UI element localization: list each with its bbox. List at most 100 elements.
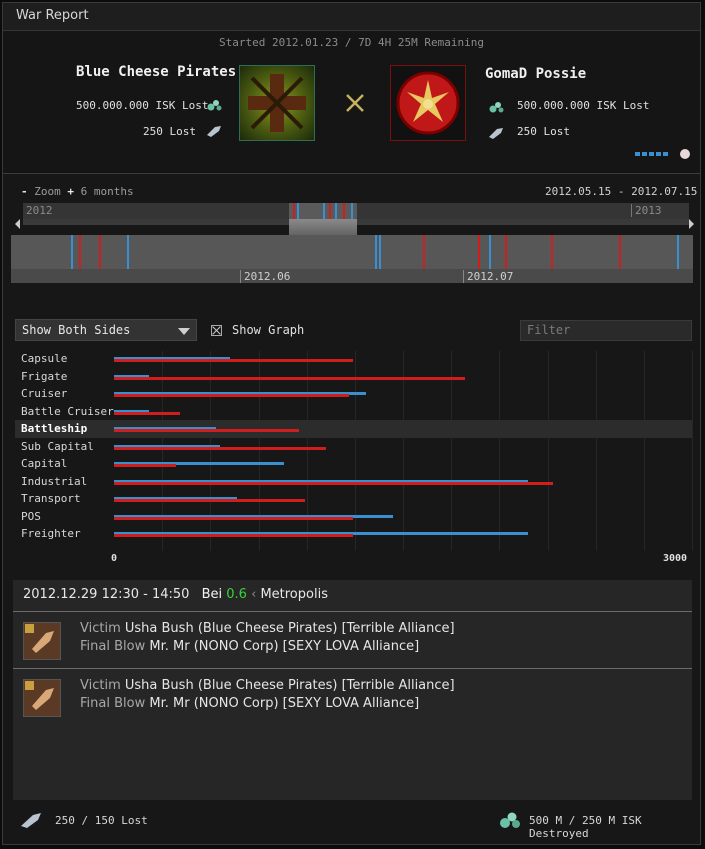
year-left-label: 2012	[26, 204, 53, 217]
grid-line	[643, 351, 645, 551]
zoom-level: 6 months	[80, 185, 134, 198]
x-tick-label: 0	[111, 553, 118, 564]
final-blow-alliance[interactable]: [SEXY LOVA Alliance]	[283, 639, 420, 654]
month-label: 2012.07	[463, 270, 513, 283]
engagement-time: 2012.12.29 12:30 - 14:50	[23, 587, 190, 602]
category-label[interactable]: Battle Cruiser	[21, 405, 114, 418]
timeline-overview[interactable]: 2012 2013	[23, 203, 689, 219]
final-blow-label: Final Blow	[80, 696, 146, 711]
zoom-label: Zoom	[34, 185, 61, 198]
chart-bar	[114, 446, 326, 450]
category-label[interactable]: Industrial	[21, 475, 87, 488]
chart-bar	[114, 516, 353, 520]
isk-icon	[207, 100, 222, 111]
chevron-left-icon: ‹	[251, 587, 257, 602]
victim-name[interactable]: Usha Bush	[125, 678, 194, 693]
isk-destroyed-summary: 500 M / 250 M ISK Destroyed	[529, 814, 642, 840]
zoom-in-button[interactable]: +	[67, 185, 74, 198]
timeline-detail[interactable]: 2012.06 2012.07	[11, 235, 693, 283]
grid-line	[306, 351, 308, 551]
timeline-scrollbar[interactable]	[23, 219, 689, 239]
chart-bar	[114, 359, 353, 362]
show-graph-label[interactable]: Show Graph	[232, 323, 304, 337]
category-label[interactable]: POS	[21, 510, 41, 523]
category-label[interactable]: Capital	[21, 457, 67, 470]
category-label[interactable]: Freighter	[21, 527, 81, 540]
chart-bar	[114, 534, 353, 537]
grid-line	[451, 351, 453, 551]
isk-icon	[489, 102, 504, 113]
side-filter-value: Show Both Sides	[22, 323, 131, 337]
show-graph-checkbox[interactable]	[211, 325, 222, 336]
versus-swords-icon	[346, 94, 364, 112]
filter-input[interactable]: Filter	[520, 320, 692, 341]
category-label[interactable]: Battleship	[21, 422, 87, 435]
category-label[interactable]: Transport	[21, 492, 81, 505]
kill-event[interactable]: Victim Usha Bush (Blue Cheese Pirates) […	[13, 669, 692, 725]
year-right-label: 2013	[631, 204, 662, 217]
chart-bar	[114, 464, 176, 467]
title-bar[interactable]: War Report	[3, 3, 700, 31]
defender-name[interactable]: GomaD Possie	[485, 66, 586, 82]
victim-alliance[interactable]: [Terrible Alliance]	[342, 621, 455, 636]
month-label: 2012.06	[240, 270, 290, 283]
timeline-range: 2012.05.15 - 2012.07.15	[545, 185, 698, 198]
attacker-isk-lost: 500.000.000 ISK Lost	[76, 99, 209, 112]
chart-bar	[114, 499, 305, 502]
defender-logo[interactable]	[390, 65, 466, 141]
victim-label: Victim	[80, 621, 121, 636]
grid-line	[354, 351, 356, 551]
final-blow-name[interactable]: Mr. Mr	[149, 639, 189, 654]
timeline-scroll-right-icon[interactable]	[689, 219, 694, 229]
system-name[interactable]: Bei	[202, 587, 223, 602]
defender-ships-lost: 250 Lost	[517, 125, 570, 138]
grid-line	[258, 351, 260, 551]
attacker-ships-lost: 250 Lost	[143, 125, 196, 138]
region-name[interactable]: Metropolis	[260, 587, 328, 602]
category-label[interactable]: Capsule	[21, 352, 67, 365]
ships-lost-summary: 250 / 150 Lost	[55, 814, 148, 827]
category-label[interactable]: Frigate	[21, 370, 67, 383]
killfeed-empty-area	[13, 725, 692, 800]
window-title: War Report	[16, 8, 89, 23]
category-label[interactable]: Cruiser	[21, 387, 67, 400]
grid-line	[499, 351, 501, 551]
killfeed-header: 2012.12.29 12:30 - 14:50 Bei 0.6 ‹ Metro…	[13, 580, 692, 612]
chevron-down-icon	[178, 328, 190, 335]
timeline-scroll-left-icon[interactable]	[15, 219, 20, 229]
kill-event[interactable]: Victim Usha Bush (Blue Cheese Pirates) […	[13, 612, 692, 668]
phoenix-emblem-icon	[396, 71, 460, 135]
final-blow-corp[interactable]: (NONO Corp)	[194, 639, 279, 654]
grid-line	[547, 351, 549, 551]
war-header: Started 2012.01.23 / 7D 4H 25M Remaining…	[3, 31, 700, 174]
chart-bar	[114, 411, 180, 415]
final-blow-corp[interactable]: (NONO Corp)	[194, 696, 279, 711]
final-blow-name[interactable]: Mr. Mr	[149, 696, 189, 711]
grid-line	[162, 351, 164, 551]
flag-icon[interactable]	[680, 149, 690, 159]
allies-indicator-icon[interactable]	[635, 152, 669, 156]
victim-label: Victim	[80, 678, 121, 693]
zoom-out-button[interactable]: -	[21, 185, 28, 198]
victim-alliance[interactable]: [Terrible Alliance]	[342, 678, 455, 693]
ship-thumbnail[interactable]	[23, 679, 61, 717]
chart-bar	[114, 481, 554, 485]
side-filter-dropdown[interactable]: Show Both Sides	[15, 319, 197, 341]
chart-bar	[114, 429, 299, 432]
crossed-swords-emblem-icon	[248, 74, 306, 132]
chart-bar	[114, 394, 350, 397]
ship-icon	[207, 126, 221, 137]
attacker-name[interactable]: Blue Cheese Pirates	[76, 64, 236, 80]
war-report-window: War Report Started 2012.01.23 / 7D 4H 25…	[2, 2, 701, 845]
security-status: 0.6	[226, 587, 247, 602]
war-started: Started 2012.01.23 / 7D 4H 25M Remaining	[219, 36, 484, 49]
victim-name[interactable]: Usha Bush	[125, 621, 194, 636]
category-label[interactable]: Sub Capital	[21, 440, 94, 453]
grid-line	[210, 351, 212, 551]
victim-corp[interactable]: (Blue Cheese Pirates)	[198, 678, 338, 693]
ship-thumbnail[interactable]	[23, 622, 61, 660]
chart-plot-area	[114, 351, 693, 551]
attacker-logo[interactable]	[239, 65, 315, 141]
victim-corp[interactable]: (Blue Cheese Pirates)	[198, 621, 338, 636]
final-blow-alliance[interactable]: [SEXY LOVA Alliance]	[283, 696, 420, 711]
